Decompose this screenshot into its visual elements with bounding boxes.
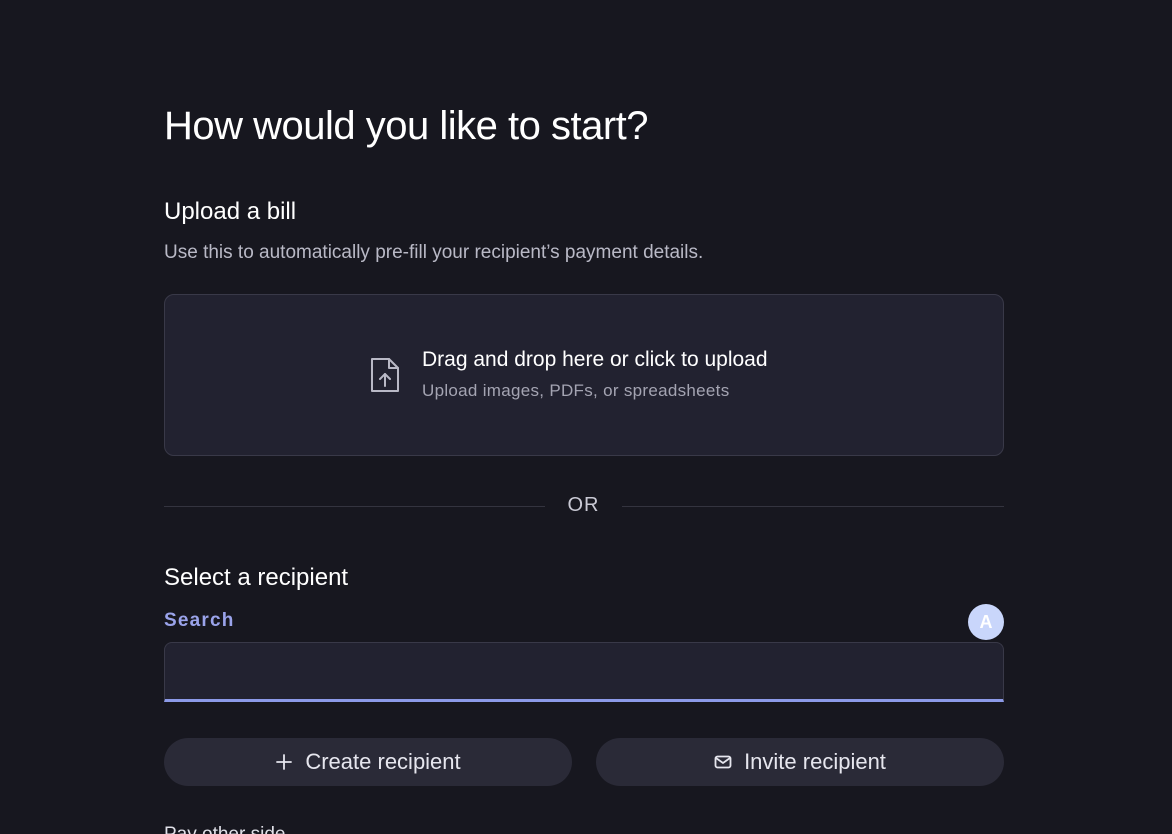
recipient-section-title: Select a recipient bbox=[164, 564, 349, 591]
avatar[interactable]: A bbox=[968, 604, 1004, 640]
create-recipient-label: Create recipient bbox=[305, 749, 461, 774]
search-input[interactable] bbox=[165, 643, 1003, 699]
upload-section-title: Upload a bill bbox=[164, 198, 297, 225]
page: How would you like to start? Upload a bi… bbox=[0, 0, 1172, 834]
create-recipient-button[interactable]: Create recipient bbox=[164, 738, 572, 786]
upload-dropzone[interactable]: Drag and drop here or click to upload Up… bbox=[164, 294, 1004, 456]
dropzone-secondary-text: Upload images, PDFs, or spreadsheets bbox=[422, 381, 730, 400]
dropzone-primary-text: Drag and drop here or click to upload bbox=[422, 348, 768, 371]
divider-text: OR bbox=[567, 494, 600, 516]
page-title: How would you like to start? bbox=[164, 104, 649, 148]
invite-recipient-label: Invite recipient bbox=[744, 749, 886, 774]
divider-line-right bbox=[622, 506, 1004, 507]
search-label: Search bbox=[164, 610, 235, 631]
upload-description: Use this to automatically pre-fill your … bbox=[164, 242, 704, 263]
or-divider: OR bbox=[164, 492, 1004, 522]
dropzone-text: Drag and drop here or click to upload Up… bbox=[422, 347, 768, 401]
divider-line-left bbox=[164, 506, 545, 507]
file-upload-icon bbox=[371, 358, 399, 392]
cutoff-section-text: Pay other side... bbox=[164, 824, 301, 834]
invite-recipient-button[interactable]: Invite recipient bbox=[596, 738, 1004, 786]
plus-icon bbox=[276, 754, 293, 770]
search-field bbox=[164, 642, 1004, 702]
mail-icon bbox=[714, 755, 732, 769]
